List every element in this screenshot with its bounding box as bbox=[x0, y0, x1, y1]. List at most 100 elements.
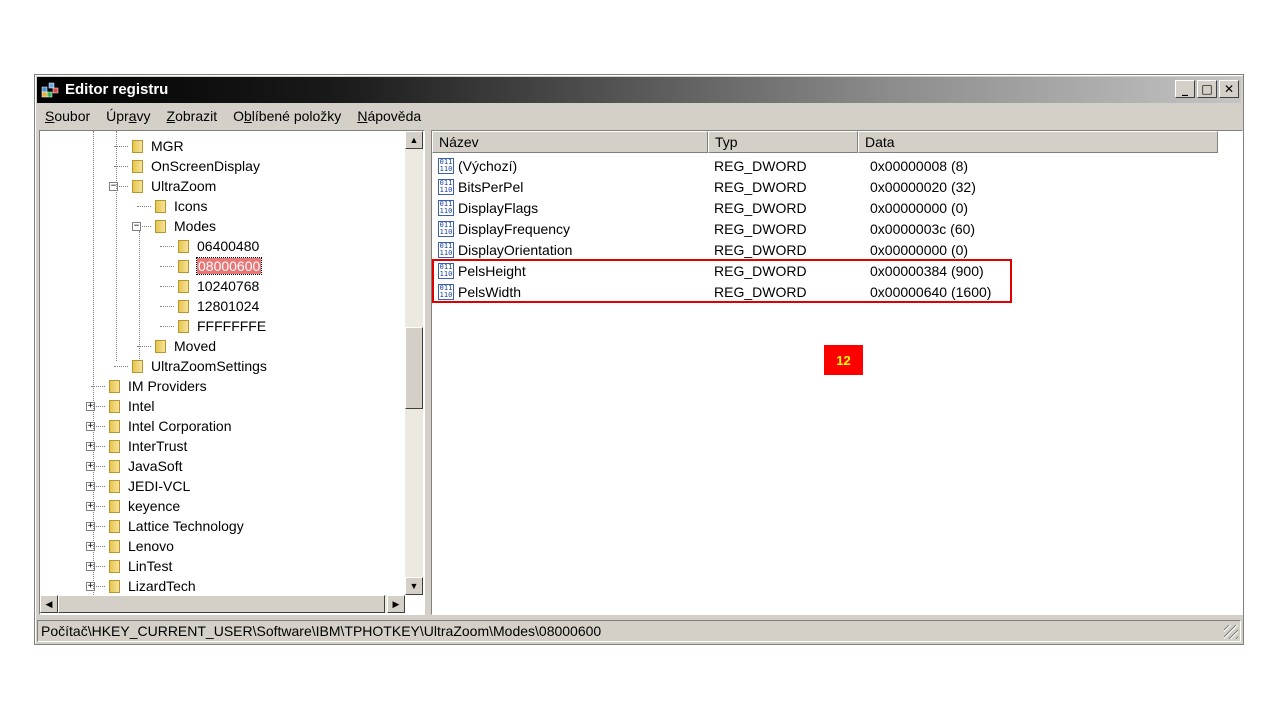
tree-item-label: Intel Corporation bbox=[128, 418, 232, 434]
tree-item-label: 12801024 bbox=[197, 298, 260, 314]
tree-connector bbox=[160, 326, 174, 327]
tree-item-label: 10240768 bbox=[197, 278, 260, 294]
table-row[interactable]: 011 110 DisplayOrientation REG_DWORD 0x0000… bbox=[432, 239, 1170, 260]
tree-item[interactable]: MGR bbox=[130, 136, 184, 156]
tree-guide-line bbox=[93, 131, 94, 611]
tree-vertical-scrollbar[interactable]: ▲ ▼ bbox=[405, 131, 423, 595]
tree-item[interactable]: Lattice Technology bbox=[107, 516, 244, 536]
reg-dword-icon: 011 110 bbox=[438, 220, 454, 237]
window-controls: _ □ ✕ bbox=[1175, 80, 1239, 98]
value-data: 0x00000020 (32) bbox=[870, 178, 976, 195]
tree-item-label: Icons bbox=[174, 198, 208, 214]
collapse-icon[interactable]: − bbox=[132, 222, 141, 231]
tree-item[interactable]: UltraZoom bbox=[130, 176, 216, 196]
value-name: BitsPerPel bbox=[458, 178, 524, 195]
folder-icon bbox=[107, 539, 122, 553]
registry-key-tree[interactable]: MGR OnScreenDisplay − UltraZoom Icons − Modes 0… bbox=[39, 130, 425, 615]
tree-item-label: LizardTech bbox=[128, 578, 196, 594]
tree-item-label: 08000600 bbox=[195, 257, 263, 275]
menu-item-0[interactable]: Soubor bbox=[37, 108, 98, 124]
reg-dword-icon: 011 110 bbox=[438, 199, 454, 216]
tree-connector bbox=[114, 366, 128, 367]
annotation-badge: 12 bbox=[824, 345, 863, 375]
tree-item-label: MGR bbox=[151, 138, 184, 154]
value-name-cell: 011 110 DisplayFrequency bbox=[432, 220, 708, 237]
tree-item[interactable]: 08000600 bbox=[176, 256, 263, 276]
window-title: Editor registru bbox=[65, 81, 169, 98]
tree-item[interactable]: IM Providers bbox=[107, 376, 207, 396]
value-data: 0x0000003c (60) bbox=[870, 220, 976, 237]
value-name-cell: 011 110 (Výchozí) bbox=[432, 157, 708, 174]
folder-icon bbox=[130, 359, 145, 373]
menu-item-4[interactable]: Nápověda bbox=[349, 108, 429, 124]
value-data: 0x00000008 (8) bbox=[870, 157, 969, 174]
tree-item[interactable]: InterTrust bbox=[107, 436, 187, 456]
menu-item-2[interactable]: Zobrazit bbox=[159, 108, 226, 124]
tree-item[interactable]: Intel Corporation bbox=[107, 416, 232, 436]
tree-item[interactable]: JEDI-VCL bbox=[107, 476, 190, 496]
value-data: 0x00000000 (0) bbox=[870, 241, 969, 258]
tree-item[interactable]: Icons bbox=[153, 196, 207, 216]
column-header-data[interactable]: Data bbox=[858, 131, 1218, 153]
tree-item[interactable]: keyence bbox=[107, 496, 180, 516]
tree-item[interactable]: UltraZoomSettings bbox=[130, 356, 267, 376]
value-data: 0x00000000 (0) bbox=[870, 199, 969, 216]
scroll-up-button[interactable]: ▲ bbox=[405, 131, 423, 149]
menu-bar: Soubor Úpravy Zobrazit Oblíbené položky Nápo… bbox=[37, 105, 1241, 127]
value-name-cell: 011 110 DisplayOrientation bbox=[432, 241, 708, 258]
folder-icon bbox=[107, 559, 122, 573]
title-bar[interactable]: Editor registru _ □ ✕ bbox=[37, 77, 1241, 103]
maximize-button[interactable]: □ bbox=[1197, 80, 1217, 98]
folder-icon bbox=[107, 399, 122, 413]
resize-grip-icon[interactable] bbox=[1224, 625, 1238, 639]
scroll-down-button[interactable]: ▼ bbox=[405, 577, 423, 595]
tree-item[interactable]: LizardTech bbox=[107, 576, 196, 596]
minimize-button[interactable]: _ bbox=[1175, 80, 1195, 98]
scroll-thumb[interactable] bbox=[405, 327, 423, 409]
tree-item-label: UltraZoomSettings bbox=[151, 358, 267, 374]
scroll-right-button[interactable]: ▶ bbox=[387, 595, 405, 613]
tree-horizontal-scrollbar[interactable]: ◀ ▶ bbox=[40, 595, 405, 613]
list-header: Název Typ Data bbox=[432, 131, 1218, 153]
tree-item[interactable]: LinTest bbox=[107, 556, 172, 576]
folder-icon bbox=[130, 139, 145, 153]
tree-item[interactable]: Intel bbox=[107, 396, 154, 416]
folder-icon bbox=[176, 239, 191, 253]
tree-item[interactable]: OnScreenDisplay bbox=[130, 156, 260, 176]
tree-item[interactable]: 06400480 bbox=[176, 236, 259, 256]
table-row[interactable]: 011 110 BitsPerPel REG_DWORD 0x00000020 (32… bbox=[432, 176, 1170, 197]
folder-icon bbox=[176, 259, 191, 273]
tree-item[interactable]: JavaSoft bbox=[107, 456, 182, 476]
reg-dword-icon: 011 110 bbox=[438, 157, 454, 174]
tree-item[interactable]: FFFFFFFE bbox=[176, 316, 266, 336]
menu-item-1[interactable]: Úpravy bbox=[98, 108, 158, 124]
tree-item-label: Intel bbox=[128, 398, 155, 414]
tree-item[interactable]: 10240768 bbox=[176, 276, 259, 296]
folder-icon bbox=[176, 279, 191, 293]
tree-item[interactable]: Modes bbox=[153, 216, 216, 236]
tree-item-label: Lenovo bbox=[128, 538, 174, 554]
value-name: DisplayFrequency bbox=[458, 220, 571, 237]
column-header-name[interactable]: Název bbox=[432, 131, 708, 153]
folder-icon bbox=[153, 219, 168, 233]
column-header-type[interactable]: Typ bbox=[708, 131, 858, 153]
value-type: REG_DWORD bbox=[714, 157, 807, 174]
value-name: DisplayFlags bbox=[458, 199, 539, 216]
tree-item[interactable]: 12801024 bbox=[176, 296, 259, 316]
tree-connector bbox=[160, 246, 174, 247]
table-row[interactable]: 011 110 (Výchozí) REG_DWORD 0x00000008 (8) bbox=[432, 155, 1170, 176]
folder-icon bbox=[153, 339, 168, 353]
table-row[interactable]: 011 110 DisplayFlags REG_DWORD 0x00000000 (… bbox=[432, 197, 1170, 218]
tree-item[interactable]: Lenovo bbox=[107, 536, 174, 556]
value-type: REG_DWORD bbox=[714, 178, 807, 195]
tree-connector bbox=[160, 266, 174, 267]
menu-item-3[interactable]: Oblíbené položky bbox=[225, 108, 349, 124]
table-row[interactable]: 011 110 DisplayFrequency REG_DWORD 0x000000… bbox=[432, 218, 1170, 239]
tree-item-label: LinTest bbox=[128, 558, 173, 574]
folder-icon bbox=[107, 459, 122, 473]
tree-item[interactable]: Moved bbox=[153, 336, 216, 356]
hscroll-thumb[interactable] bbox=[58, 595, 385, 613]
close-button[interactable]: ✕ bbox=[1219, 80, 1239, 98]
tree-guide-line bbox=[139, 231, 140, 361]
scroll-left-button[interactable]: ◀ bbox=[40, 595, 58, 613]
